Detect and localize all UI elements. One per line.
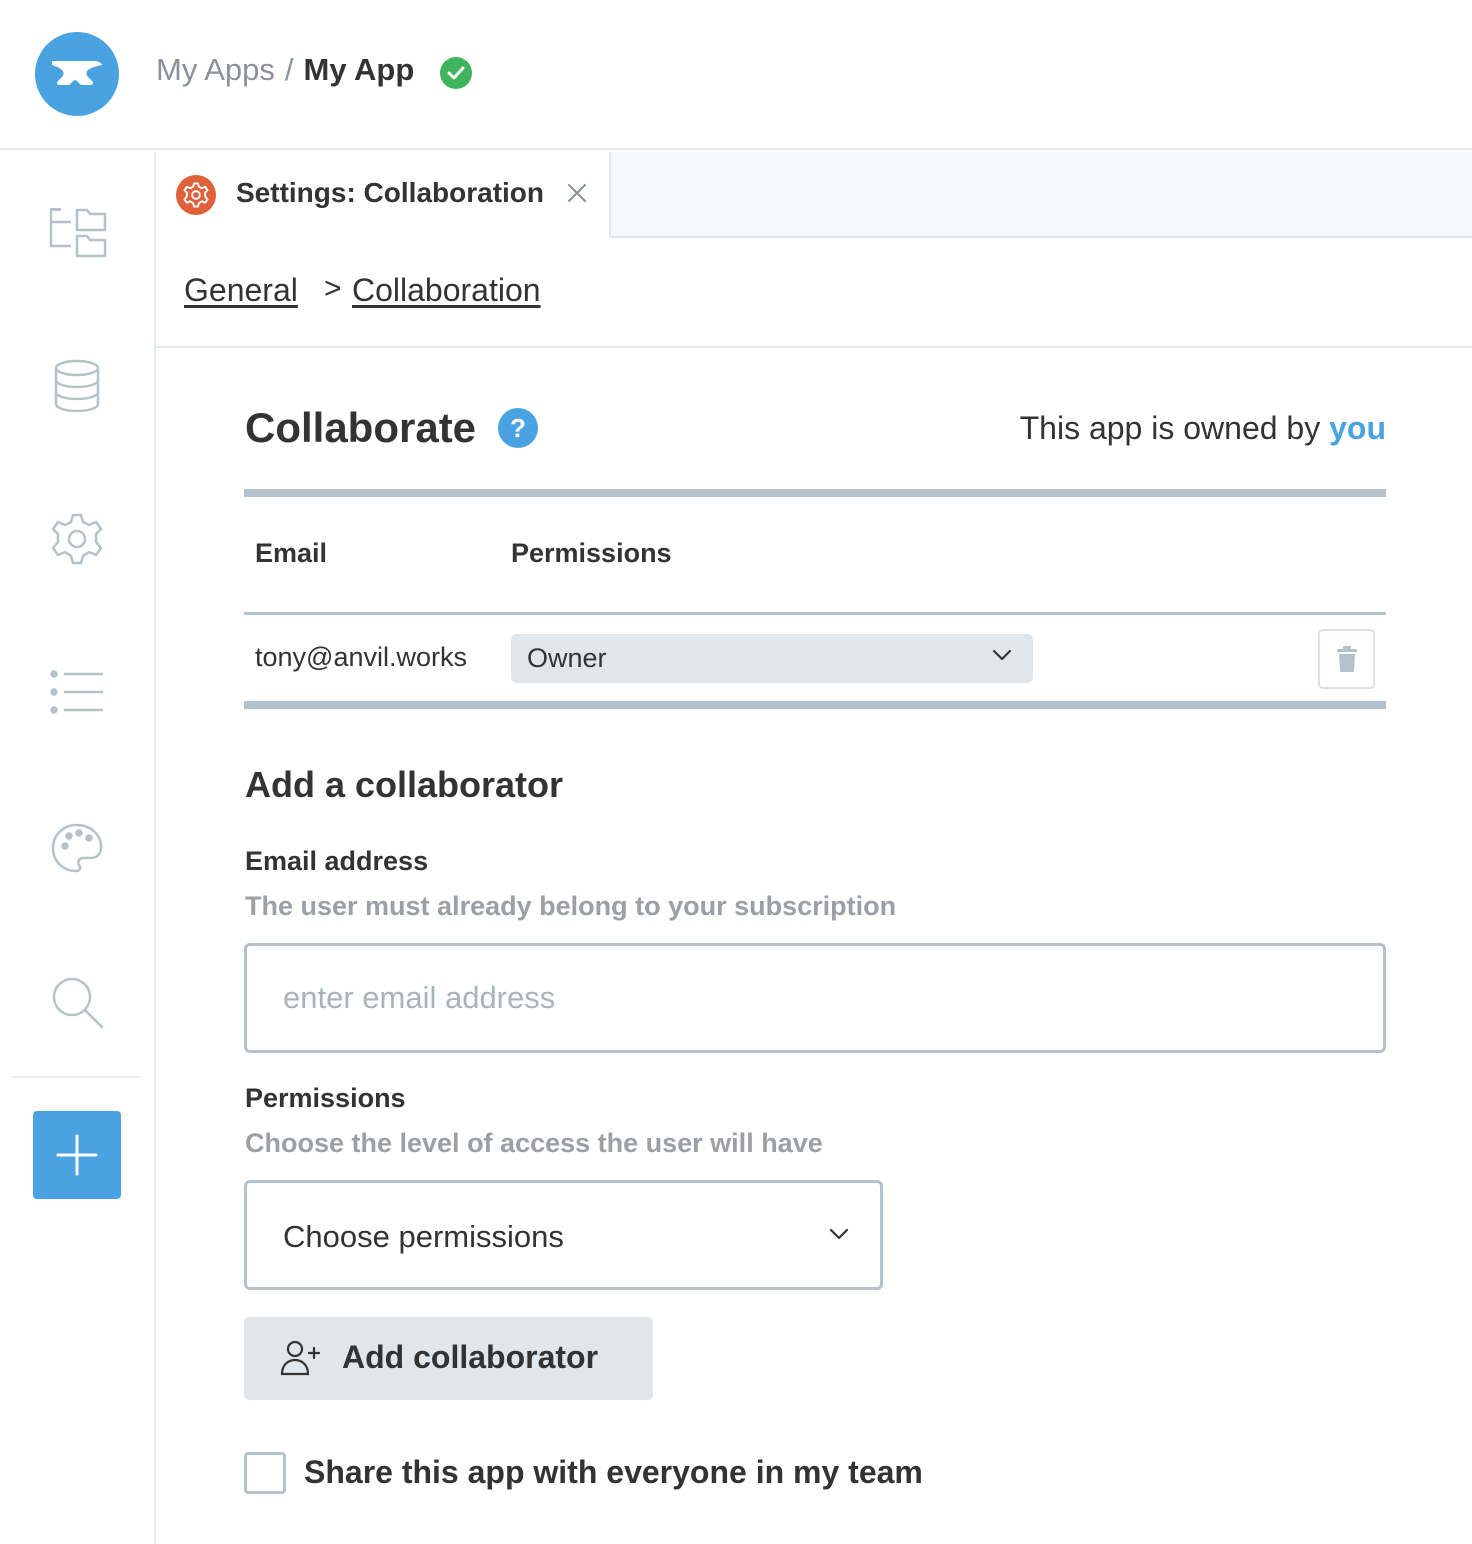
settings-gear-icon bbox=[176, 175, 216, 215]
share-team-checkbox[interactable] bbox=[244, 1452, 286, 1494]
column-header-email: Email bbox=[255, 538, 328, 568]
page-title: Collaborate bbox=[245, 404, 477, 451]
owner-prefix: This app is owned by bbox=[1019, 410, 1330, 446]
permissions-select-value: Choose permissions bbox=[283, 1219, 564, 1254]
email-field[interactable] bbox=[244, 943, 1386, 1053]
collaborator-permission-value: Owner bbox=[527, 643, 607, 673]
chevron-right-icon: > bbox=[324, 272, 342, 305]
chevron-down-icon bbox=[991, 648, 1013, 667]
delete-collaborator-button[interactable] bbox=[1318, 629, 1375, 689]
tab-bar: Settings: Collaboration bbox=[156, 152, 1472, 238]
add-collaborator-button[interactable]: Add collaborator bbox=[244, 1317, 653, 1400]
list-icon[interactable] bbox=[45, 660, 109, 724]
breadcrumb-collaboration-link[interactable]: Collaboration bbox=[352, 272, 541, 309]
my-apps-link[interactable]: My Apps bbox=[156, 52, 275, 88]
sidebar bbox=[0, 152, 156, 1544]
table-header-rule bbox=[244, 612, 1386, 615]
email-hint: The user must already belong to your sub… bbox=[245, 891, 897, 921]
close-icon[interactable] bbox=[562, 178, 592, 208]
help-icon[interactable]: ? bbox=[498, 408, 538, 448]
table-top-rule bbox=[244, 489, 1386, 497]
breadcrumb-separator: / bbox=[284, 52, 294, 87]
app-name[interactable]: My App bbox=[304, 52, 415, 88]
tab-label: Settings: Collaboration bbox=[236, 177, 544, 208]
top-header: My Apps / My App bbox=[0, 0, 1472, 150]
palette-icon[interactable] bbox=[45, 816, 109, 880]
owner-note: This app is owned by you bbox=[1020, 410, 1386, 447]
table-bottom-rule bbox=[244, 701, 1386, 709]
anvil-logo-icon[interactable] bbox=[35, 32, 119, 116]
share-team-label[interactable]: Share this app with everyone in my team bbox=[304, 1454, 923, 1491]
add-user-icon bbox=[280, 1339, 322, 1382]
tab-settings-collaboration[interactable]: Settings: Collaboration bbox=[156, 152, 611, 238]
trash-icon bbox=[1336, 646, 1357, 672]
breadcrumb-general-link[interactable]: General bbox=[184, 272, 298, 309]
app-breadcrumb: My Apps / My App bbox=[156, 52, 414, 88]
check-circle-icon bbox=[440, 57, 472, 89]
collaborator-permission-select[interactable]: Owner bbox=[511, 634, 1033, 683]
chevron-down-icon bbox=[828, 1227, 850, 1246]
collaborator-email: tony@anvil.works bbox=[255, 642, 467, 672]
add-button[interactable] bbox=[33, 1111, 121, 1199]
settings-gear-icon[interactable] bbox=[45, 507, 109, 571]
permissions-hint: Choose the level of access the user will… bbox=[245, 1128, 823, 1158]
search-icon[interactable] bbox=[45, 970, 109, 1034]
app-tree-icon[interactable] bbox=[45, 200, 109, 264]
database-icon[interactable] bbox=[45, 354, 109, 418]
add-collaborator-heading: Add a collaborator bbox=[245, 764, 564, 805]
sidebar-divider bbox=[12, 1076, 142, 1078]
settings-breadcrumb: General > Collaboration bbox=[156, 238, 1472, 348]
permissions-select[interactable]: Choose permissions bbox=[244, 1180, 883, 1290]
column-header-permissions: Permissions bbox=[511, 538, 672, 568]
permissions-label: Permissions bbox=[245, 1083, 406, 1113]
add-collaborator-label: Add collaborator bbox=[342, 1339, 599, 1375]
owner-name: you bbox=[1329, 410, 1386, 446]
email-label: Email address bbox=[245, 846, 429, 876]
